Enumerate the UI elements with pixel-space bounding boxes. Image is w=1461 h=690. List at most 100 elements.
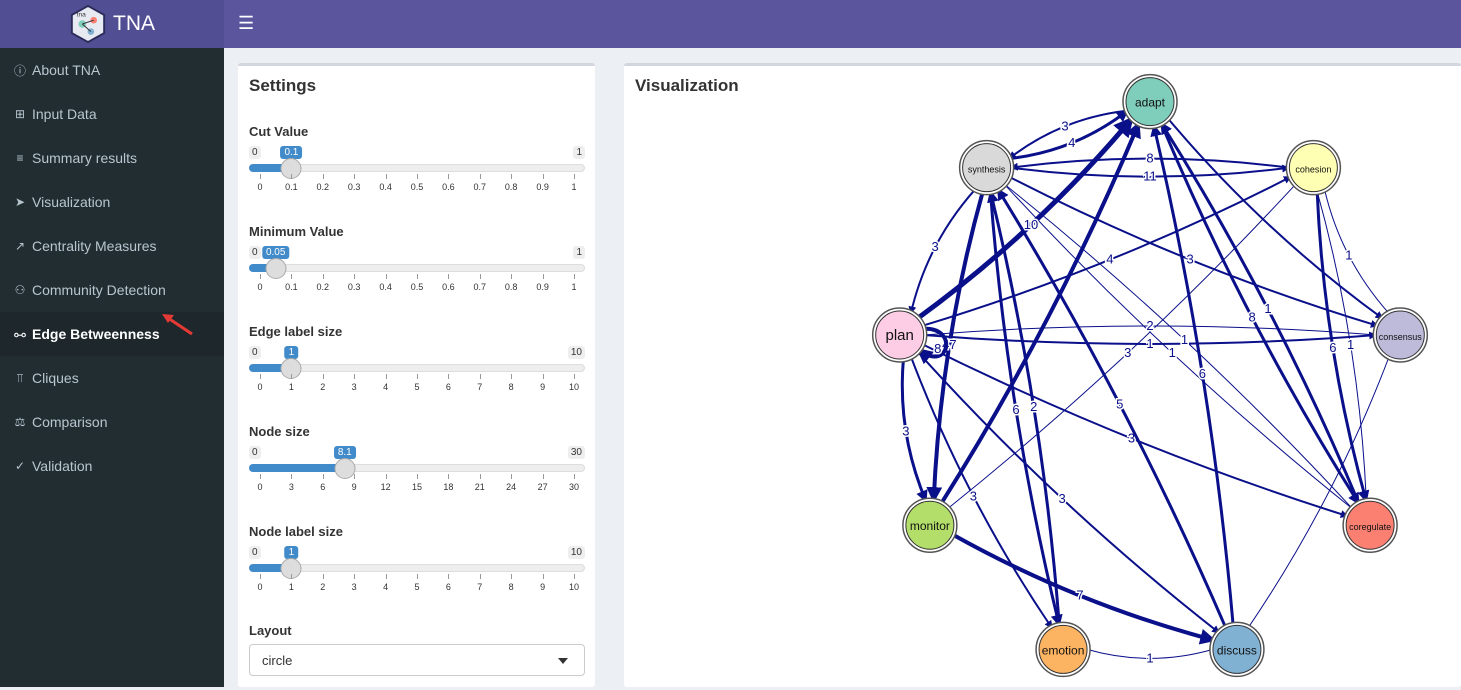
edge-label: 1 <box>1146 650 1153 665</box>
slider-tick <box>260 174 261 179</box>
edge-label: 3 <box>970 488 977 503</box>
slider-tick-label: 0.9 <box>536 282 549 292</box>
slider-tick <box>260 574 261 579</box>
sidebar-item-summary-results[interactable]: ≡ Summary results <box>0 136 224 180</box>
edge-label: 3 <box>1124 345 1131 360</box>
sidebar-item-label: About TNA <box>32 62 101 78</box>
sidebar-item-label: Comparison <box>32 414 108 430</box>
slider-tick <box>385 374 387 379</box>
slider-tick <box>574 174 575 179</box>
sidebar-item-edge-betweenness[interactable]: ⧟ Edge Betweenness <box>0 312 224 356</box>
node-discuss[interactable]: discuss <box>1209 621 1265 678</box>
sidebar-item-centrality-measures[interactable]: ↗ Centrality Measures <box>0 224 224 268</box>
sidebar-item-comparison[interactable]: ⚖ Comparison <box>0 400 224 444</box>
edge-label-size-slider[interactable]: Edge label size 0 10 1 0 1 2 3 4 5 6 7 8 9 10 <box>249 324 585 404</box>
node-monitor[interactable]: monitor <box>902 497 958 553</box>
slider-tick <box>260 474 261 479</box>
minimum-value-slider[interactable]: Minimum Value 0 1 0.05 0 0.1 0.2 0.3 0.4 0.5 0.6 0.… <box>249 224 585 304</box>
node-label: synthesis <box>968 165 1006 175</box>
slider-tick-label: 0.1 <box>285 282 298 292</box>
slider-tick <box>479 374 481 379</box>
slider-tick <box>479 574 481 579</box>
logo[interactable]: tna TNA <box>0 0 224 48</box>
node-label: discuss <box>1217 643 1257 657</box>
node-synthesis[interactable]: synthesis <box>958 139 1015 196</box>
edge-label: 8 <box>1248 310 1255 325</box>
red-arrow-icon <box>162 314 193 336</box>
slider-min: 0 <box>249 346 261 359</box>
slider-tick <box>542 574 544 579</box>
sidebar-item-community-detection[interactable]: ⚇ Community Detection <box>0 268 224 312</box>
slider-tick-label: 27 <box>537 482 548 492</box>
edge-label: 10 <box>1024 217 1038 232</box>
edge-label: 3 <box>1186 252 1193 267</box>
edge-label: 5 <box>1116 396 1123 411</box>
slider-tick-label: 18 <box>443 482 454 492</box>
edge-consensus-plan: 2 <box>923 316 1377 337</box>
node-label: adapt <box>1135 96 1166 110</box>
settings-title: Settings <box>249 76 317 95</box>
sidebar-item-about-tna[interactable]: ⓘ About TNA <box>0 48 224 92</box>
slider-tick <box>542 274 544 279</box>
node-consensus[interactable]: consensus <box>1372 307 1429 363</box>
sidebar-item-label: Input Data <box>32 106 97 122</box>
list-icon: ≡ <box>16 151 24 165</box>
layout-select[interactable]: circle <box>249 644 585 676</box>
node-cohesion[interactable]: cohesion <box>1285 139 1342 196</box>
edge-plan-consensus: 1 <box>923 331 1378 352</box>
node-label: coregulate <box>1349 522 1391 532</box>
connection-icon: ⧟ <box>13 326 26 341</box>
edge-label-size-label: Edge label size <box>249 324 343 339</box>
node-label: consensus <box>1379 332 1423 342</box>
slider-tick-label: 0.3 <box>347 182 361 192</box>
header-bar: tna TNA ☰ <box>0 0 1461 48</box>
slider-tick <box>511 374 513 379</box>
slider-max: 10 <box>567 546 585 559</box>
caret-down-icon <box>558 658 568 664</box>
slider-tick-label: 0.6 <box>442 282 455 292</box>
slider-handle[interactable] <box>265 258 287 279</box>
cut-value-slider[interactable]: Cut Value 0 1 0.1 0 0.1 0.2 0.3 0.4 0.5 0.6 0.7 0.8 0… <box>249 124 585 204</box>
node-label: cohesion <box>1295 165 1331 175</box>
node-emotion[interactable]: emotion <box>1035 621 1091 678</box>
slider-tick <box>354 574 356 579</box>
node-size-slider[interactable]: Node size 0 30 8.1 0 3 6 9 12 15 18 21 24 27 30 <box>249 424 585 504</box>
slider-tick <box>511 574 513 579</box>
node-plan[interactable]: plan <box>871 307 928 363</box>
slider-tick-label: 12 <box>380 482 391 492</box>
sidebar-item-input-data[interactable]: ⊞ Input Data <box>0 92 224 136</box>
sidebar-item-validation[interactable]: ✓ Validation <box>0 444 224 488</box>
paper-plane-icon: ➤ <box>14 195 26 209</box>
slider-tick-label: 4 <box>383 382 389 392</box>
slider-tick-label: 15 <box>411 482 423 492</box>
sidebar-item-visualization[interactable]: ➤ Visualization <box>0 180 224 224</box>
slider-tick <box>291 474 293 479</box>
slider-tick <box>448 474 450 479</box>
minimum-value-label: Minimum Value <box>249 224 344 239</box>
slider-tick-label: 0 <box>257 582 263 592</box>
node-coregulate[interactable]: coregulate <box>1342 497 1398 553</box>
sidebar-item-cliques[interactable]: ⫪ Cliques <box>0 356 224 400</box>
slider-tick-label: 0 <box>257 282 263 292</box>
slider-tick <box>291 174 293 179</box>
node-adapt[interactable]: adapt <box>1122 73 1178 130</box>
edge-emotion-discuss: 1 <box>1086 648 1214 667</box>
slider-tick-label: 0.8 <box>504 182 518 192</box>
menu-toggle-icon[interactable]: ☰ <box>238 13 254 34</box>
slider-track[interactable] <box>249 264 585 272</box>
logo-mark-text: tna <box>77 11 87 18</box>
slider-tick-label: 1 <box>288 582 294 592</box>
slider-tick <box>417 274 418 279</box>
slider-tick <box>542 174 544 179</box>
edge-adapt-consensus <box>1166 117 1384 320</box>
edge-label: 3 <box>1061 118 1068 133</box>
slider-handle[interactable] <box>334 458 356 479</box>
edge-label: 3 <box>902 423 909 438</box>
slider-tick <box>354 474 356 479</box>
slider-tick-label: 9 <box>351 482 357 492</box>
slider-tick <box>448 374 450 379</box>
slider-tick <box>574 374 575 379</box>
node-label-size-slider[interactable]: Node label size 0 10 1 0 1 2 3 4 5 6 7 8 9 10 <box>249 524 585 604</box>
sidebar-item-label: Community Detection <box>32 282 166 298</box>
slider-min: 0 <box>249 446 261 459</box>
